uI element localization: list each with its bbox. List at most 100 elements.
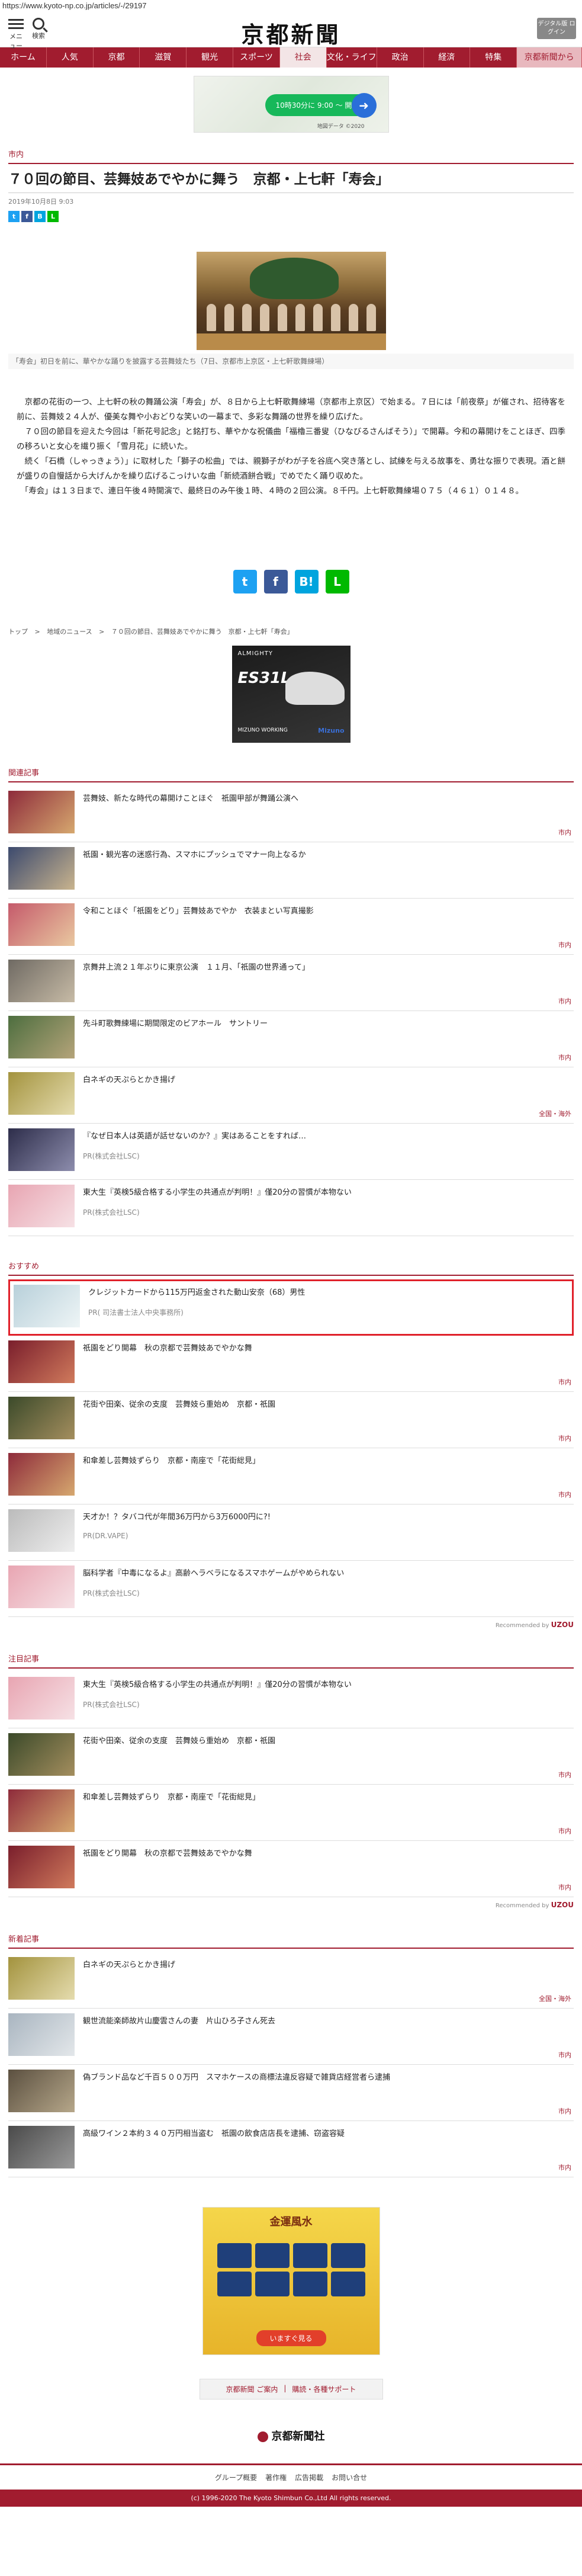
list-item[interactable]: 東大生『英検5級合格する小学生の共通点が判明！』僅20分の習慣が本物ない PR(株…: [8, 1672, 574, 1728]
list-item-title[interactable]: 京舞井上流２１年ぶりに東京公演 １１月、「祇園の世界通って」: [83, 960, 310, 974]
hatena-icon[interactable]: B: [34, 211, 46, 222]
browser-url-bar[interactable]: https://www.kyoto-np.co.jp/articles/-/29…: [0, 0, 582, 11]
category-tag[interactable]: 市内: [558, 1433, 571, 1443]
category-tag[interactable]: 市内: [558, 1882, 571, 1892]
list-item[interactable]: 京舞井上流２１年ぶりに東京公演 １１月、「祇園の世界通って」市内: [8, 955, 574, 1011]
hatena-share-icon[interactable]: B!: [294, 570, 319, 594]
list-item-title[interactable]: 令和ことほぐ「祇園をどり」芸舞妓あでやか 衣装まとい写真撮影: [83, 903, 314, 918]
nav-item-politics[interactable]: 政治: [377, 47, 424, 68]
category-tag[interactable]: 市内: [558, 940, 571, 949]
list-item[interactable]: 脳科学者『中毒になるよ』高齢ヘラベラになるスマホゲームがやめられない PR(株式会…: [8, 1561, 574, 1617]
list-item[interactable]: 『なぜ日本人は英語が話せないのか？』実はあることをすれば… PR(株式会社LSC): [8, 1124, 574, 1180]
footer-nav-item[interactable]: 著作権: [265, 2472, 287, 2482]
category-tag[interactable]: 市内: [558, 2106, 571, 2116]
list-item[interactable]: 天才か！？タバコ代が年間36万円から3万6000円に?! PR(DR.VAPE): [8, 1504, 574, 1561]
nav-item-society[interactable]: 社会: [279, 47, 327, 68]
category-tag[interactable]: 市内: [558, 1770, 571, 1779]
list-item[interactable]: 先斗町歌舞練場に期間限定のビアホール サントリー市内: [8, 1011, 574, 1067]
footer-support-link[interactable]: 購読・各種サポート: [292, 2384, 356, 2394]
category-tag[interactable]: 市内: [558, 1826, 571, 1836]
list-item[interactable]: 偽ブランド品など千百５００万円 スマホケースの商標法違反容疑で雑貨店経営者ら逮捕…: [8, 2065, 574, 2121]
thumbnail-image: [8, 1185, 75, 1227]
twitter-share-icon[interactable]: t: [233, 570, 257, 594]
list-item[interactable]: クレジットカードから115万円返金された動山安奈（68）男性 PR( 司法書士法人…: [8, 1279, 574, 1336]
list-item-title[interactable]: 花街や田楽、従余の支度 芸舞妓ら重始め 京都・祇園: [83, 1397, 275, 1411]
category-tag[interactable]: 市内: [558, 1490, 571, 1499]
nav-item-from-kyoto[interactable]: 京都新聞から: [517, 47, 582, 68]
list-item-title[interactable]: 観世流能楽師故片山慶雲さんの妻 片山ひろ子さん死去: [83, 2013, 275, 2028]
line-share-icon[interactable]: L: [325, 570, 349, 594]
nav-item-economy[interactable]: 経済: [424, 47, 471, 68]
nav-item-culture[interactable]: 文化・ライフ: [327, 47, 377, 68]
list-item[interactable]: 令和ことほぐ「祇園をどり」芸舞妓あでやか 衣装まとい写真撮影市内: [8, 899, 574, 955]
category-tag[interactable]: 市内: [558, 2163, 571, 2172]
line-icon[interactable]: L: [47, 211, 59, 222]
top-map-ad[interactable]: 10時30分に 9:00 〜 開店 ➜ 地図データ ©2020: [193, 76, 389, 133]
nav-item-shiga[interactable]: 滋賀: [140, 47, 187, 68]
footer-nav-item[interactable]: グループ概要: [215, 2472, 257, 2482]
category-tag[interactable]: 全国・海外: [539, 1994, 571, 2003]
list-item-title[interactable]: 白ネギの天ぷらとかき揚げ: [83, 1072, 175, 1086]
list-item[interactable]: 白ネギの天ぷらとかき揚げ全国・海外: [8, 1952, 574, 2009]
list-item-title[interactable]: 偽ブランド品など千百５００万円 スマホケースの商標法違反容疑で雑貨店経営者ら逮捕: [83, 2070, 390, 2084]
category-tag[interactable]: 市内: [558, 827, 571, 837]
list-item-title[interactable]: 東大生『英検5級合格する小学生の共通点が判明！』僅20分の習慣が本物ない: [83, 1677, 352, 1691]
category-tag[interactable]: 全国・海外: [539, 1109, 571, 1118]
list-item-title[interactable]: 東大生『英検5級合格する小学生の共通点が判明！』僅20分の習慣が本物ない: [83, 1185, 352, 1199]
footer-logo[interactable]: 京都新聞社: [0, 2428, 582, 2443]
facebook-icon[interactable]: f: [21, 211, 33, 222]
list-item-title[interactable]: 祇園をどり開幕 秋の京都で芸舞妓あでやかな舞: [83, 1846, 252, 1860]
list-item-title[interactable]: 天才か！？タバコ代が年間36万円から3万6000円に?!: [83, 1509, 271, 1523]
list-item-title[interactable]: 白ネギの天ぷらとかき揚げ: [83, 1957, 175, 1971]
list-item[interactable]: 祇園をどり開幕 秋の京都で芸舞妓あでやかな舞市内: [8, 1336, 574, 1392]
list-item[interactable]: 祇園・観光客の迷惑行為、スマホにプッシュでマナー向上なるか: [8, 842, 574, 899]
list-item-title[interactable]: 和傘差し芸舞妓ずらり 京都・南座で「花街総見」: [83, 1453, 260, 1467]
list-item-title[interactable]: 花街や田楽、従余の支度 芸舞妓ら重始め 京都・祇園: [83, 1733, 275, 1747]
category-tag[interactable]: 市内: [558, 1053, 571, 1062]
list-item[interactable]: 花街や田楽、従余の支度 芸舞妓ら重始め 京都・祇園市内: [8, 1392, 574, 1448]
list-item[interactable]: 観世流能楽師故片山慶雲さんの妻 片山ひろ子さん死去市内: [8, 2009, 574, 2065]
list-item[interactable]: 芸舞妓、新たな時代の幕開けことほぐ 祇園甲部が舞踊公演へ市内: [8, 786, 574, 842]
uzou-logo[interactable]: UZOU: [551, 1901, 574, 1909]
shoe-ad[interactable]: ALMIGHTY ES31L MIZUNO WORKING Mizuno: [231, 646, 351, 743]
zodiac-ad[interactable]: 金運風水 いますぐ見る: [202, 2207, 380, 2355]
list-item-title[interactable]: 先斗町歌舞練場に期間限定のビアホール サントリー: [83, 1016, 268, 1030]
list-item-title[interactable]: 祇園をどり開幕 秋の京都で芸舞妓あでやかな舞: [83, 1340, 252, 1355]
digital-login-button[interactable]: デジタル版 ログイン: [537, 18, 576, 39]
zodiac-ad-cta[interactable]: いますぐ見る: [256, 2330, 326, 2346]
list-item-title[interactable]: 芸舞妓、新たな時代の幕開けことほぐ 祇園甲部が舞踊公演へ: [83, 791, 298, 805]
list-item-title[interactable]: 高級ワイン２本約３４０万円相当盗む 祇園の飲食店店長を逮捕、窃盗容疑: [83, 2126, 345, 2140]
list-item[interactable]: 祇園をどり開幕 秋の京都で芸舞妓あでやかな舞市内: [8, 1841, 574, 1897]
twitter-icon[interactable]: t: [8, 211, 20, 222]
list-item-title[interactable]: 脳科学者『中毒になるよ』高齢ヘラベラになるスマホゲームがやめられない: [83, 1566, 344, 1580]
nav-item-home[interactable]: ホーム: [0, 47, 47, 68]
nav-item-tourism[interactable]: 観光: [187, 47, 234, 68]
nav-item-popular[interactable]: 人気: [47, 47, 94, 68]
category-tag[interactable]: 市内: [558, 996, 571, 1006]
list-item[interactable]: 東大生『英検5級合格する小学生の共通点が判明！』僅20分の習慣が本物ない PR(株…: [8, 1180, 574, 1236]
footer-nav-item[interactable]: 広告掲載: [295, 2472, 323, 2482]
nav-item-kyoto[interactable]: 京都: [94, 47, 140, 68]
article-photo[interactable]: [196, 252, 386, 350]
uzou-logo[interactable]: UZOU: [551, 1621, 574, 1629]
site-logo[interactable]: 京都新聞: [0, 17, 582, 49]
list-item[interactable]: 白ネギの天ぷらとかき揚げ全国・海外: [8, 1067, 574, 1124]
breadcrumb-region[interactable]: 地域のニュース: [47, 628, 92, 636]
list-item-title[interactable]: クレジットカードから115万円返金された動山安奈（68）男性: [88, 1285, 305, 1299]
breadcrumb-top[interactable]: トップ: [8, 628, 28, 636]
footer-guide-link[interactable]: 京都新聞 ご案内: [226, 2384, 278, 2394]
list-item-title[interactable]: 祇園・観光客の迷惑行為、スマホにプッシュでマナー向上なるか: [83, 847, 306, 861]
nav-item-sports[interactable]: スポーツ: [233, 47, 280, 68]
footer-nav-item[interactable]: お問い合せ: [332, 2472, 367, 2482]
list-item[interactable]: 花街や田楽、従余の支度 芸舞妓ら重始め 京都・祇園市内: [8, 1728, 574, 1785]
nav-item-features[interactable]: 特集: [470, 47, 517, 68]
list-item[interactable]: 和傘差し芸舞妓ずらり 京都・南座で「花街総見」市内: [8, 1785, 574, 1841]
category-tag[interactable]: 市内: [558, 1377, 571, 1387]
list-item-title[interactable]: 『なぜ日本人は英語が話せないのか？』実はあることをすれば…: [83, 1128, 306, 1143]
category-tag[interactable]: 市内: [558, 2050, 571, 2059]
directions-icon[interactable]: ➜: [351, 93, 377, 118]
facebook-share-icon[interactable]: f: [263, 570, 288, 594]
list-item-title[interactable]: 和傘差し芸舞妓ずらり 京都・南座で「花街総見」: [83, 1789, 260, 1804]
list-item[interactable]: 高級ワイン２本約３４０万円相当盗む 祇園の飲食店店長を逮捕、窃盗容疑市内: [8, 2121, 574, 2177]
list-item[interactable]: 和傘差し芸舞妓ずらり 京都・南座で「花街総見」市内: [8, 1448, 574, 1504]
